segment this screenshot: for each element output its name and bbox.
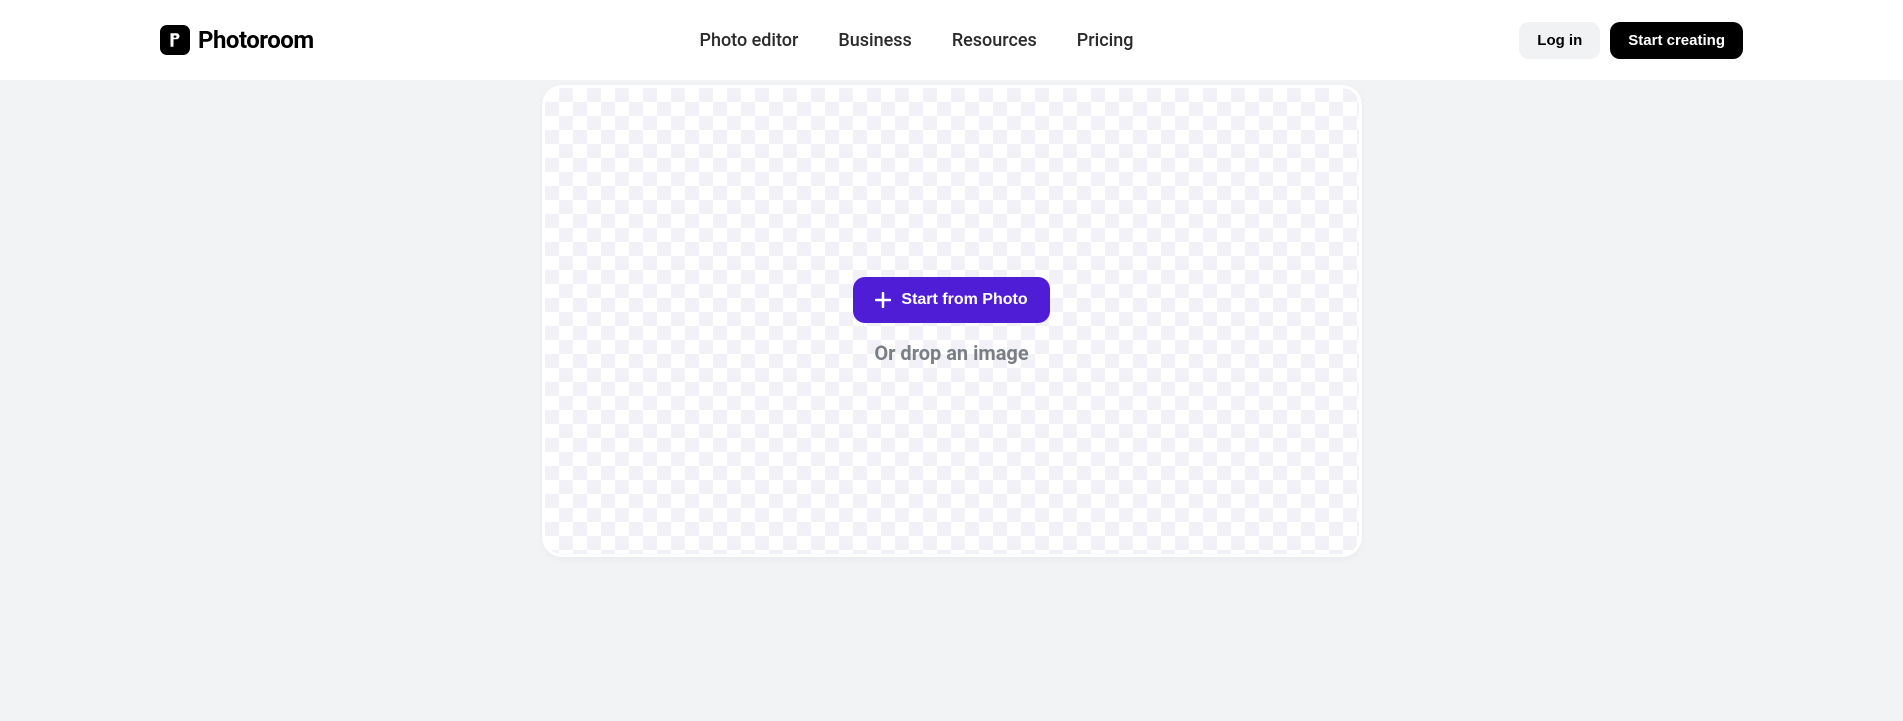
header-actions: Log in Start creating [1519,22,1743,59]
start-from-photo-button[interactable]: Start from Photo [853,277,1049,323]
logo[interactable]: Photoroom [160,25,314,55]
logo-icon [160,25,190,55]
plus-icon [875,292,891,308]
upload-card: Start from Photo Or drop an image [542,85,1362,557]
header: Photoroom Photo editor Business Resource… [0,0,1903,80]
nav-item-resources[interactable]: Resources [952,30,1037,51]
main: Start from Photo Or drop an image [0,80,1903,597]
start-creating-button[interactable]: Start creating [1610,22,1743,59]
drop-text: Or drop an image [874,341,1028,365]
nav-item-business[interactable]: Business [838,30,911,51]
nav-item-pricing[interactable]: Pricing [1077,30,1134,51]
dropzone[interactable]: Start from Photo Or drop an image [545,88,1359,554]
main-nav: Photo editor Business Resources Pricing [699,30,1133,51]
upload-button-label: Start from Photo [901,291,1027,309]
nav-item-photo-editor[interactable]: Photo editor [699,30,798,51]
login-button[interactable]: Log in [1519,22,1600,59]
logo-text: Photoroom [198,26,314,54]
